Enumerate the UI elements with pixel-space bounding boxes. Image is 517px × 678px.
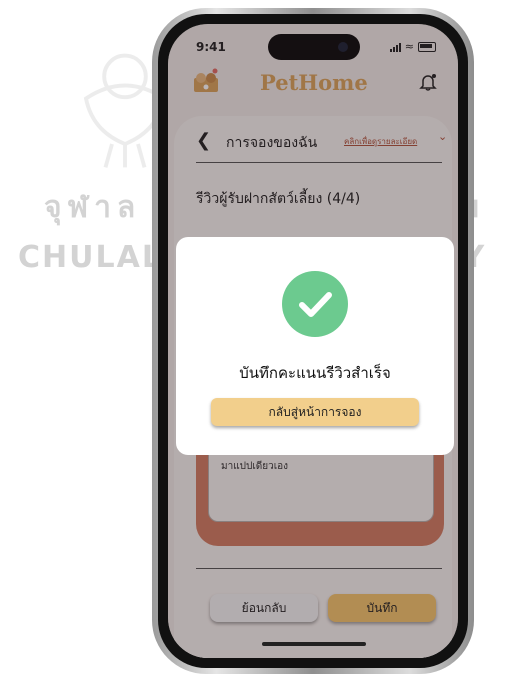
checkmark-icon [299, 292, 332, 317]
watermark-english-text: CHULAL [18, 240, 163, 275]
watermark-thai-text: จุฬาล [44, 190, 142, 225]
success-check-icon [282, 271, 348, 337]
return-to-booking-button[interactable]: กลับสู่หน้าการจอง [211, 398, 419, 426]
success-modal: บันทึกคะแนนรีวิวสำเร็จ กลับสู่หน้าการจอง [176, 237, 454, 455]
home-indicator [262, 642, 366, 646]
modal-title: บันทึกคะแนนรีวิวสำเร็จ [239, 364, 391, 382]
